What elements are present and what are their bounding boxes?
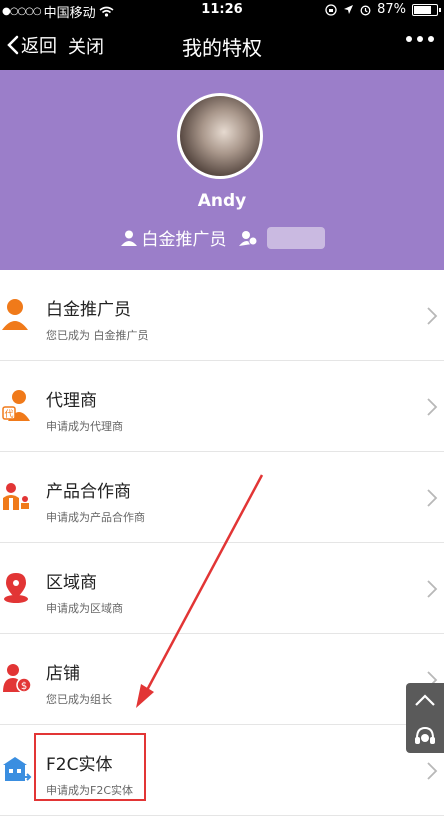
item-label: 白金推广员 <box>46 300 131 320</box>
more-dot-icon <box>428 36 434 42</box>
username: Andy <box>197 191 247 211</box>
alarm-icon <box>360 5 371 15</box>
item-subtitle: 申请成为代理商 <box>46 420 123 433</box>
more-dot-icon <box>417 36 423 42</box>
page-title: 我的特权 <box>182 36 262 60</box>
item-label: 店铺 <box>46 664 80 684</box>
list-item-shop[interactable]: $ 店铺 您已成为组长 <box>0 634 444 725</box>
scroll-top-button[interactable] <box>406 683 444 717</box>
person-icon <box>2 299 28 330</box>
location-icon <box>344 5 354 14</box>
item-label: 区域商 <box>46 573 97 593</box>
headset-icon <box>415 726 435 744</box>
highlight-box <box>34 733 146 801</box>
list-item-product-partner[interactable]: 产品合作商 申请成为产品合作商 <box>0 452 444 543</box>
item-subtitle: 申请成为区域商 <box>46 602 123 615</box>
chevron-right-icon <box>427 489 438 507</box>
item-subtitle: 您已成为组长 <box>46 693 112 706</box>
user-icon <box>120 230 137 246</box>
list-item-agent[interactable]: 代 代理商 申请成为代理商 <box>0 361 444 452</box>
svg-text:代: 代 <box>4 409 13 420</box>
profile-header: Andy 白金推广员 <box>0 70 444 270</box>
more-dot-icon <box>406 36 412 42</box>
status-bar: ●○○○○ 中国移动 11:26 87% <box>0 0 444 21</box>
item-label: 产品合作商 <box>46 482 131 502</box>
rotation-lock-icon <box>325 3 337 16</box>
nav-bar: 返回 关闭 我的特权 <box>0 20 444 70</box>
region-icon <box>4 573 28 603</box>
member-level: 白金推广员 <box>0 225 444 250</box>
list-item-platinum-promoter[interactable]: 白金推广员 您已成为 白金推广员 <box>0 270 444 361</box>
chevron-right-icon <box>427 580 438 598</box>
item-subtitle: 申请成为产品合作商 <box>46 511 145 524</box>
customer-service-button[interactable] <box>406 719 444 753</box>
member-level-label: 白金推广员 <box>141 230 227 250</box>
item-subtitle: 您已成为 白金推广员 <box>46 329 149 342</box>
redacted-value <box>266 226 325 249</box>
credit-icon <box>238 230 257 246</box>
privilege-list: 白金推广员 您已成为 白金推广员 代 代理商 申请成为代理商 产品合作商 申请成… <box>0 270 444 816</box>
battery-label: 87% <box>377 2 406 17</box>
svg-text:$: $ <box>21 681 27 692</box>
chevron-up-icon <box>415 694 435 706</box>
battery-fill <box>414 5 432 14</box>
avatar[interactable] <box>177 93 263 179</box>
chevron-right-icon <box>427 762 438 780</box>
more-menu-button[interactable] <box>406 36 434 42</box>
list-item-f2c-entity[interactable]: F2C实体 申请成为F2C实体 <box>0 725 444 816</box>
agent-icon: 代 <box>2 390 30 421</box>
chevron-right-icon <box>427 307 438 325</box>
status-right: 87% <box>325 2 441 17</box>
f2c-icon <box>3 757 32 781</box>
chevron-right-icon <box>427 398 438 416</box>
partner-icon <box>3 483 29 510</box>
list-item-regional[interactable]: 区域商 申请成为区域商 <box>0 543 444 634</box>
battery-icon <box>412 3 441 16</box>
item-label: 代理商 <box>46 391 97 411</box>
shop-icon: $ <box>3 664 32 693</box>
floating-toolbar <box>406 683 444 753</box>
